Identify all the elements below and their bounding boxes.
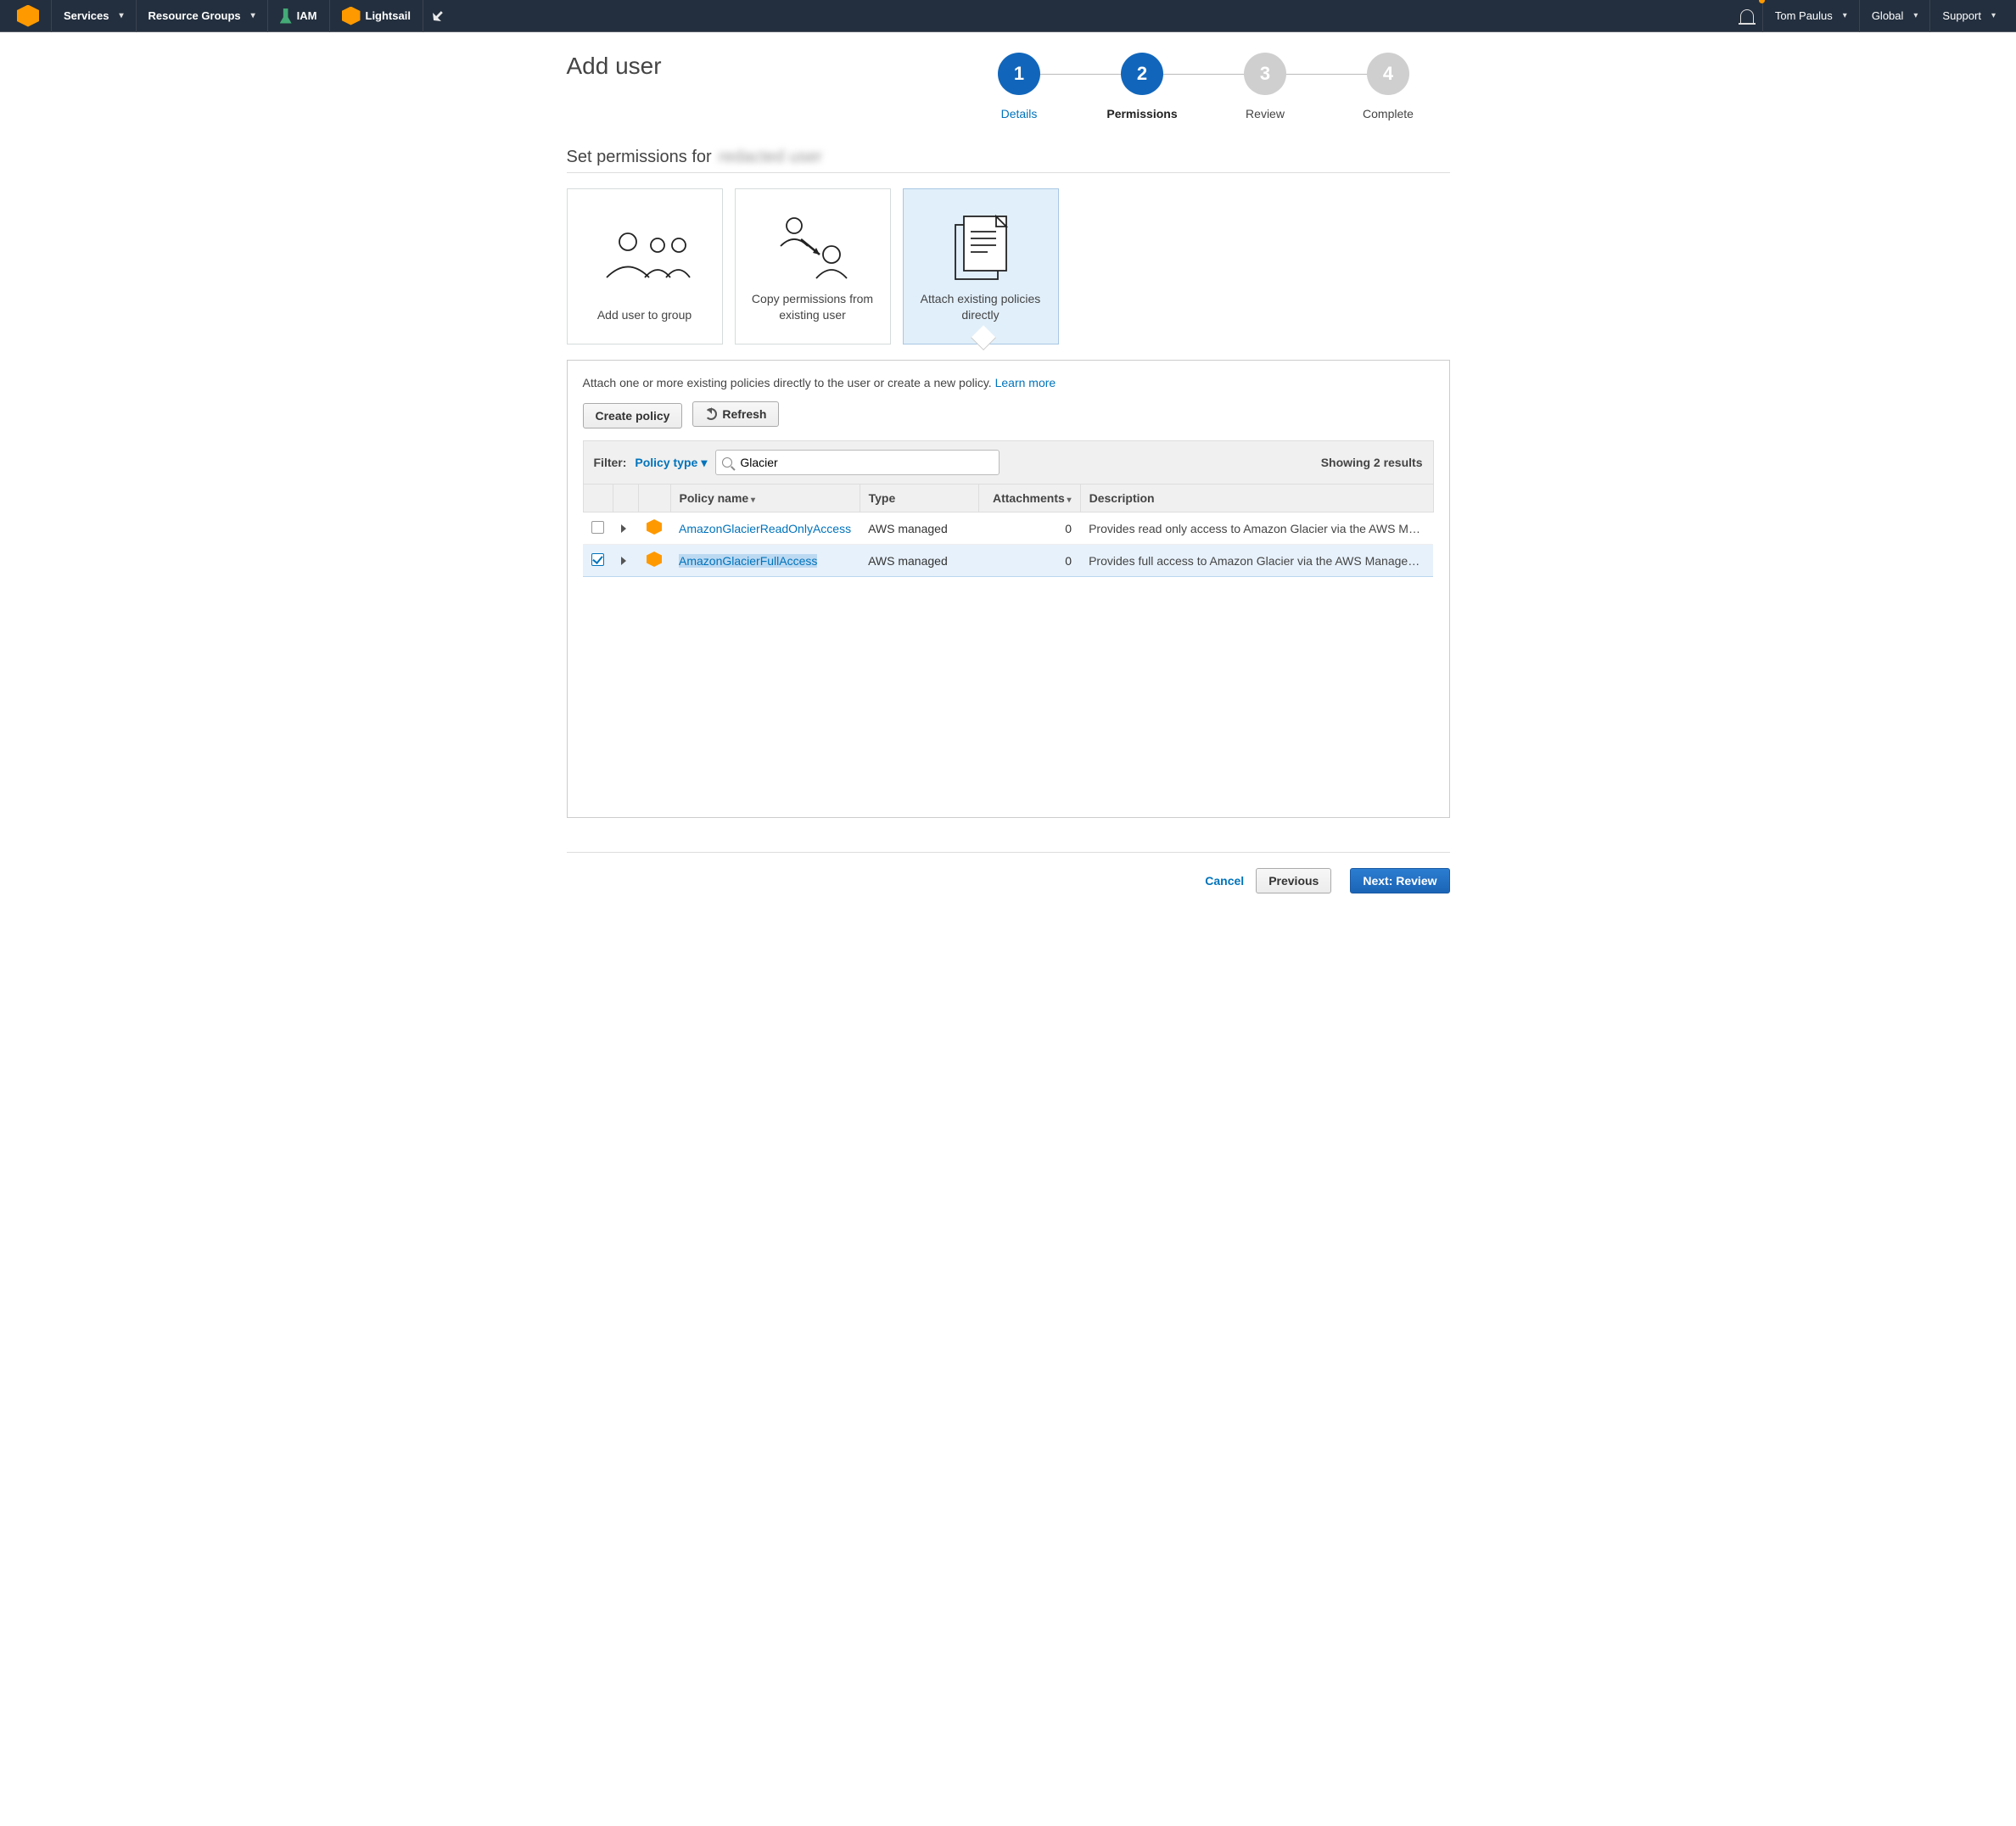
create-policy-button[interactable]: Create policy xyxy=(583,403,683,428)
nav-resource-groups[interactable]: Resource Groups xyxy=(137,0,268,32)
panel-hint: Attach one or more existing policies dir… xyxy=(583,376,1434,389)
section-heading: Set permissions for redacted user xyxy=(567,148,1450,173)
card-copy-permissions[interactable]: Copy permissions from existing user xyxy=(735,188,891,344)
step-number: 4 xyxy=(1367,53,1409,95)
col-type[interactable]: Type xyxy=(860,485,978,513)
pin-icon xyxy=(429,8,446,25)
step-label: Details xyxy=(1001,107,1038,120)
card-attach-policies[interactable]: Attach existing policies directly xyxy=(903,188,1059,344)
step-label: Review xyxy=(1246,107,1285,120)
row-checkbox[interactable] xyxy=(591,521,604,534)
document-icon xyxy=(914,204,1048,291)
col-checkbox[interactable] xyxy=(583,485,613,513)
policy-name-link[interactable]: AmazonGlacierReadOnlyAccess xyxy=(679,522,851,535)
col-policy-name[interactable]: Policy name xyxy=(670,485,860,513)
policy-row[interactable]: AmazonGlacierFullAccess AWS managed 0 Pr… xyxy=(583,545,1433,577)
policy-search-input[interactable] xyxy=(715,450,1000,475)
card-add-to-group[interactable]: Add user to group xyxy=(567,188,723,344)
wizard-step-complete[interactable]: 4 Complete xyxy=(1327,53,1450,120)
refresh-icon xyxy=(705,408,717,420)
refresh-label: Refresh xyxy=(722,407,766,421)
expand-icon[interactable] xyxy=(621,557,626,565)
step-label: Permissions xyxy=(1106,107,1177,120)
step-number: 1 xyxy=(998,53,1040,95)
aws-logo[interactable] xyxy=(8,0,52,32)
aws-managed-icon xyxy=(647,552,662,567)
page-body: Add user 1 Details 2 Permissions 3 Revie… xyxy=(548,32,1469,914)
filter-label: Filter: xyxy=(594,456,627,469)
policy-row[interactable]: AmazonGlacierReadOnlyAccess AWS managed … xyxy=(583,513,1433,545)
top-nav: Services Resource Groups IAM Lightsail T… xyxy=(0,0,2016,32)
nav-iam[interactable]: IAM xyxy=(268,0,330,32)
policies-panel: Attach one or more existing policies dir… xyxy=(567,360,1450,818)
filter-policy-type-dropdown[interactable]: Policy type▾ xyxy=(635,456,707,470)
iam-icon xyxy=(280,8,292,24)
card-label: Add user to group xyxy=(597,307,692,323)
permission-option-cards: Add user to group Copy permissions from … xyxy=(567,188,1450,344)
policy-description: Provides read only access to Amazon Glac… xyxy=(1080,513,1433,545)
aws-managed-icon xyxy=(647,519,662,535)
wizard-steps: 1 Details 2 Permissions 3 Review 4 Compl… xyxy=(662,53,1450,120)
nav-services[interactable]: Services xyxy=(52,0,137,32)
nav-notifications[interactable] xyxy=(1732,0,1763,32)
cancel-button[interactable]: Cancel xyxy=(1205,874,1244,888)
step-number: 2 xyxy=(1121,53,1163,95)
card-label: Attach existing policies directly xyxy=(914,291,1048,323)
policy-attachments: 0 xyxy=(978,545,1080,577)
policy-search xyxy=(715,450,1000,475)
learn-more-link[interactable]: Learn more xyxy=(995,376,1056,389)
nav-pin[interactable] xyxy=(423,0,452,32)
step-number: 3 xyxy=(1244,53,1286,95)
previous-button[interactable]: Previous xyxy=(1256,868,1331,893)
lightsail-icon xyxy=(342,7,361,25)
notification-dot-icon xyxy=(1759,0,1765,3)
policy-type: AWS managed xyxy=(860,513,978,545)
wizard-step-permissions[interactable]: 2 Permissions xyxy=(1081,53,1204,120)
wizard-step-details[interactable]: 1 Details xyxy=(958,53,1081,120)
policy-name-link[interactable]: AmazonGlacierFullAccess xyxy=(679,554,817,568)
copy-user-icon xyxy=(746,204,880,291)
section-prefix: Set permissions for xyxy=(567,148,712,167)
col-description[interactable]: Description xyxy=(1080,485,1433,513)
col-expand xyxy=(613,485,638,513)
col-icon xyxy=(638,485,670,513)
policy-description: Provides full access to Amazon Glacier v… xyxy=(1080,545,1433,577)
nav-lightsail[interactable]: Lightsail xyxy=(330,0,423,32)
refresh-button[interactable]: Refresh xyxy=(692,401,779,427)
aws-cube-icon xyxy=(17,5,39,27)
nav-region-menu[interactable]: Global xyxy=(1860,0,1931,32)
nav-lightsail-label: Lightsail xyxy=(366,9,411,22)
search-icon xyxy=(722,457,732,468)
policies-table: Policy name Type Attachments Description… xyxy=(583,484,1434,577)
group-icon xyxy=(578,204,712,307)
col-attachments[interactable]: Attachments xyxy=(978,485,1080,513)
expand-icon[interactable] xyxy=(621,524,626,533)
policy-type: AWS managed xyxy=(860,545,978,577)
section-username: redacted user xyxy=(719,148,822,167)
bell-icon xyxy=(1740,9,1754,23)
card-label: Copy permissions from existing user xyxy=(746,291,880,323)
filter-bar: Filter: Policy type▾ Showing 2 results xyxy=(583,440,1434,484)
chevron-down-icon: ▾ xyxy=(701,456,707,470)
panel-toolbar: Create policy Refresh xyxy=(583,401,1434,428)
row-checkbox[interactable] xyxy=(591,553,604,566)
hint-text: Attach one or more existing policies dir… xyxy=(583,376,995,389)
next-review-button[interactable]: Next: Review xyxy=(1350,868,1449,893)
page-title: Add user xyxy=(567,53,662,80)
step-label: Complete xyxy=(1363,107,1414,120)
wizard-step-review[interactable]: 3 Review xyxy=(1204,53,1327,120)
results-count: Showing 2 results xyxy=(1321,456,1423,469)
policy-attachments: 0 xyxy=(978,513,1080,545)
wizard-footer: Cancel Previous Next: Review xyxy=(567,852,1450,893)
nav-iam-label: IAM xyxy=(297,9,317,22)
nav-support-menu[interactable]: Support xyxy=(1930,0,2008,32)
nav-user-menu[interactable]: Tom Paulus xyxy=(1763,0,1860,32)
